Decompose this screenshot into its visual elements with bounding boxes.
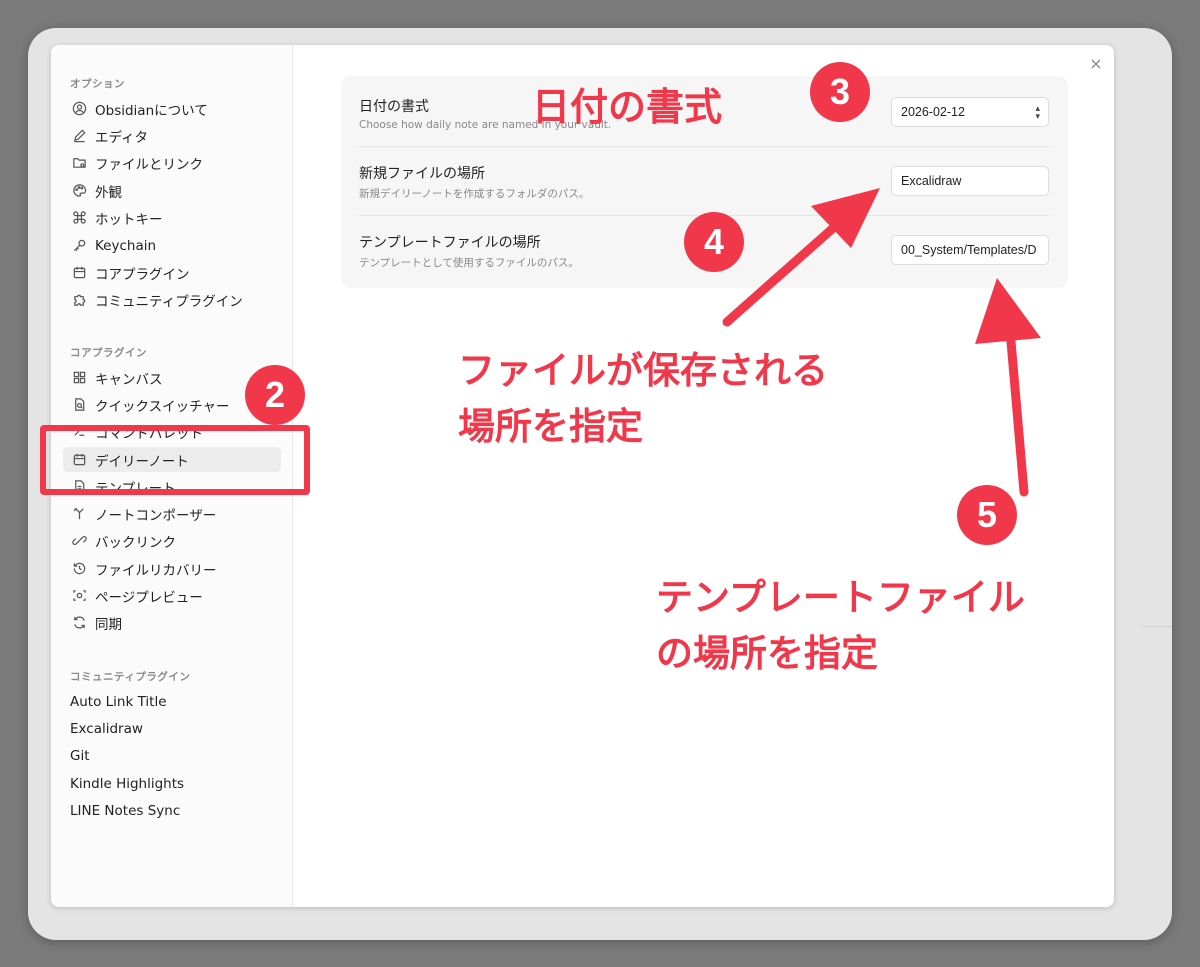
sidebar-item-label: ノートコンポーザー	[95, 507, 217, 524]
sidebar-item-label: ファイルリカバリー	[95, 562, 217, 579]
sidebar-item-line-notes-sync[interactable]: LINE Notes Sync	[70, 803, 180, 823]
section-title-options: オプション	[70, 78, 125, 90]
date-format-select[interactable]: 2026-02-12 ▴ ▾	[891, 97, 1049, 127]
sidebar-item-appearance[interactable]: 外観	[63, 178, 281, 203]
sidebar-item-hotkeys[interactable]: ホットキー	[63, 205, 281, 230]
section-title-core-plugins: コアプラグイン	[70, 347, 147, 359]
setting-description: テンプレートとして使用するファイルのパス。	[359, 257, 579, 269]
setting-name: 新規ファイルの場所	[359, 166, 485, 182]
sidebar-item-excalidraw[interactable]: Excalidraw	[70, 721, 143, 741]
sidebar-item-auto-link-title[interactable]: Auto Link Title	[70, 694, 167, 714]
section-title-community-plugins: コミュニティプラグイン	[70, 671, 191, 683]
canvas-icon	[71, 370, 87, 386]
folder-link-icon	[71, 155, 87, 171]
sidebar-item-backlinks[interactable]: バックリンク	[63, 528, 281, 553]
setting-new-file-location: 新規ファイルの場所 新規デイリーノートを作成するフォルダのパス。 Excalid…	[359, 146, 1049, 214]
preview-icon	[71, 588, 87, 604]
sidebar-item-label: ファイルとリンク	[95, 156, 203, 173]
step-badge-3: 3	[810, 62, 870, 122]
sidebar-item-label: 外観	[95, 184, 122, 201]
annotation-template-line2: の場所を指定	[656, 632, 878, 675]
palette-icon	[71, 183, 87, 199]
key-icon	[71, 238, 87, 254]
template-location-input[interactable]: 00_System/Templates/D	[891, 235, 1049, 265]
highlight-box-daily-notes	[40, 425, 310, 495]
sidebar-item-label: コアプラグイン	[95, 266, 190, 283]
sidebar-item-git[interactable]: Git	[70, 748, 90, 768]
annotation-save-location-line2: 場所を指定	[458, 405, 643, 448]
step-badge-5: 5	[957, 485, 1017, 545]
command-icon	[71, 210, 87, 226]
date-format-value: 2026-02-12	[901, 105, 965, 119]
annotation-save-location-line1: ファイルが保存される	[458, 349, 828, 392]
sidebar-item-kindle-highlights[interactable]: Kindle Highlights	[70, 776, 184, 796]
sidebar-item-label: ページプレビュー	[95, 589, 203, 606]
merge-icon	[71, 506, 87, 522]
sidebar-item-page-preview[interactable]: ページプレビュー	[63, 583, 281, 608]
sidebar-item-file-recovery[interactable]: ファイルリカバリー	[63, 556, 281, 581]
sidebar-item-about[interactable]: Obsidianについて	[63, 96, 281, 121]
annotation-date-format: 日付の書式	[532, 85, 723, 129]
sidebar-item-label: 同期	[95, 616, 122, 633]
history-icon	[71, 561, 87, 577]
setting-name: テンプレートファイルの場所	[359, 235, 541, 251]
sidebar-item-sync[interactable]: 同期	[63, 610, 281, 635]
sidebar-item-label: エディタ	[95, 129, 149, 146]
calendar-box-icon	[71, 265, 87, 281]
step-badge-4: 4	[684, 212, 744, 272]
puzzle-icon	[71, 292, 87, 308]
sidebar-item-files-links[interactable]: ファイルとリンク	[63, 150, 281, 175]
sidebar-item-label: キャンバス	[95, 371, 163, 388]
sidebar-item-label: コミュニティプラグイン	[95, 293, 243, 310]
sidebar-item-label: クイックスイッチャー	[95, 398, 230, 415]
user-circle-icon	[71, 101, 87, 117]
new-file-location-input[interactable]: Excalidraw	[891, 166, 1049, 196]
sidebar-item-label: バックリンク	[95, 534, 176, 551]
background-divider	[1142, 626, 1172, 627]
sidebar-item-editor[interactable]: エディタ	[63, 123, 281, 148]
chevron-up-down-icon: ▴ ▾	[1035, 103, 1040, 121]
sync-icon	[71, 615, 87, 631]
backlink-icon	[71, 533, 87, 549]
step-badge-2: 2	[245, 365, 305, 425]
setting-description: 新規デイリーノートを作成するフォルダのパス。	[359, 188, 590, 200]
quick-switcher-icon	[71, 397, 87, 413]
sidebar-item-community-plugins[interactable]: コミュニティプラグイン	[63, 287, 281, 312]
close-button[interactable]: ×	[1087, 55, 1105, 73]
sidebar-item-label: ホットキー	[95, 211, 163, 228]
sidebar-item-note-composer[interactable]: ノートコンポーザー	[63, 501, 281, 526]
sidebar-item-core-plugins[interactable]: コアプラグイン	[63, 260, 281, 285]
annotation-template-line1: テンプレートファイル	[656, 576, 1025, 619]
sidebar-item-label: Obsidianについて	[95, 102, 208, 119]
sidebar-item-label: Keychain	[95, 237, 157, 254]
sidebar-item-keychain[interactable]: Keychain	[63, 233, 281, 258]
setting-name: 日付の書式	[359, 99, 429, 115]
pencil-icon	[71, 128, 87, 144]
